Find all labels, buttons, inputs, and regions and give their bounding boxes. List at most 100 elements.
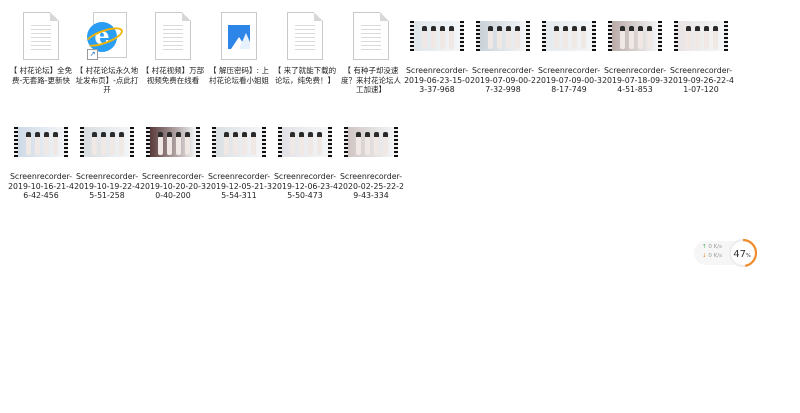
shortcut-arrow-icon: ↗ bbox=[87, 49, 98, 60]
file-item[interactable]: 【 有种子却没速度？来村花论坛人工加速】 bbox=[338, 8, 404, 114]
figure bbox=[695, 26, 700, 49]
video-frame bbox=[146, 127, 200, 157]
film-strip-right bbox=[526, 21, 530, 51]
figure bbox=[572, 26, 577, 49]
video-frame bbox=[80, 127, 134, 157]
figure bbox=[242, 132, 247, 155]
file-name: Screenrecorder-2019-12-05-21-35-54-311 bbox=[206, 172, 272, 200]
video-frame bbox=[410, 21, 464, 51]
text-file-icon bbox=[343, 8, 399, 64]
figure bbox=[422, 26, 427, 49]
video-frame bbox=[476, 21, 530, 51]
video-frame bbox=[14, 127, 68, 157]
file-name: Screenrecorder-2019-12-06-23-45-50-473 bbox=[272, 172, 338, 200]
file-item[interactable]: Screenrecorder-2019-07-09-00-27-32-998 bbox=[470, 8, 536, 114]
figure bbox=[365, 132, 370, 155]
film-strip-right bbox=[262, 127, 266, 157]
picture-page bbox=[221, 12, 257, 60]
film-strip-right bbox=[658, 21, 662, 51]
figure bbox=[26, 132, 31, 155]
file-item[interactable]: 【 来了就能下载的论坛，纯免费！】 bbox=[272, 8, 338, 114]
file-grid: 【 村花论坛】全免费-无套路-更新快 e ↗ 【 村花论坛永久地址发布页】-点此打开【… bbox=[8, 8, 798, 220]
file-item[interactable]: Screenrecorder-2019-07-18-09-34-51-853 bbox=[602, 8, 668, 114]
figure bbox=[563, 26, 568, 49]
figure bbox=[101, 132, 106, 155]
download-speed-unit: K/s bbox=[713, 253, 722, 259]
video-frame bbox=[542, 21, 596, 51]
memory-gauge[interactable]: 47% bbox=[728, 238, 758, 268]
file-item[interactable]: Screenrecorder-2019-07-09-00-38-17-749 bbox=[536, 8, 602, 114]
image-file-icon bbox=[211, 8, 267, 64]
figure bbox=[581, 26, 586, 49]
file-item[interactable]: e ↗ 【 村花论坛永久地址发布页】-点此打开 bbox=[74, 8, 140, 114]
video-thumbnail-icon bbox=[409, 8, 465, 64]
film-strip-right bbox=[130, 127, 134, 157]
video-frame bbox=[212, 127, 266, 157]
upload-arrow-icon: ↑ bbox=[702, 244, 707, 250]
video-frame bbox=[608, 21, 662, 51]
upload-speed-value: 0 bbox=[708, 244, 712, 250]
video-thumbnail-icon bbox=[475, 8, 531, 64]
figure bbox=[620, 26, 625, 49]
download-speed: ↓ 0 K/s bbox=[702, 253, 722, 259]
figure bbox=[224, 132, 229, 155]
video-thumbnail-icon bbox=[607, 8, 663, 64]
upload-speed: ↑ 0 K/s bbox=[702, 244, 722, 250]
film-strip-right bbox=[592, 21, 596, 51]
file-name: Screenrecorder-2019-10-20-20-30-40-200 bbox=[140, 172, 206, 200]
file-item[interactable]: Screenrecorder-2019-06-23-15-03-37-968 bbox=[404, 8, 470, 114]
figure bbox=[317, 132, 322, 155]
network-speed-widget[interactable]: ↑ 0 K/s ↓ 0 K/s 47% bbox=[694, 238, 764, 268]
figure bbox=[488, 26, 493, 49]
file-name: Screenrecorder-2020-02-25-22-29-43-334 bbox=[338, 172, 404, 200]
figure bbox=[35, 132, 40, 155]
figure bbox=[53, 132, 58, 155]
download-arrow-icon: ↓ bbox=[702, 253, 707, 259]
figure bbox=[44, 132, 49, 155]
figure bbox=[233, 132, 238, 155]
figure bbox=[290, 132, 295, 155]
figure bbox=[92, 132, 97, 155]
film-strip-right bbox=[724, 21, 728, 51]
figure bbox=[356, 132, 361, 155]
video-frame bbox=[278, 127, 332, 157]
document-lines bbox=[31, 22, 51, 52]
file-item[interactable]: 【 村花论坛】全免费-无套路-更新快 bbox=[8, 8, 74, 114]
file-item[interactable]: Screenrecorder-2020-02-25-22-29-43-334 bbox=[338, 114, 404, 220]
file-name: Screenrecorder-2019-10-16-21-46-42-456 bbox=[8, 172, 74, 200]
film-strip-right bbox=[394, 127, 398, 157]
file-name: 【 村花论坛】全免费-无套路-更新快 bbox=[9, 66, 73, 85]
file-name: Screenrecorder-2019-06-23-15-03-37-968 bbox=[404, 66, 470, 94]
file-name: 【 解压密码】: 上村花论坛看小姐姐 bbox=[209, 66, 269, 85]
figure bbox=[629, 26, 634, 49]
file-item[interactable]: Screenrecorder-2019-10-20-20-30-40-200 bbox=[140, 114, 206, 220]
file-item[interactable]: Screenrecorder-2019-10-16-21-46-42-456 bbox=[8, 114, 74, 220]
video-thumbnail-icon bbox=[13, 114, 69, 170]
film-strip-right bbox=[64, 127, 68, 157]
video-frame bbox=[344, 127, 398, 157]
film-strip-right bbox=[196, 127, 200, 157]
figure bbox=[506, 26, 511, 49]
video-frame bbox=[674, 21, 728, 51]
file-name: Screenrecorder-2019-07-09-00-27-32-998 bbox=[470, 66, 536, 94]
document-lines bbox=[163, 22, 183, 52]
file-item[interactable]: Screenrecorder-2019-10-19-22-45-51-258 bbox=[74, 114, 140, 220]
file-item[interactable]: 【 解压密码】: 上村花论坛看小姐姐 bbox=[206, 8, 272, 114]
file-name: 【 村花论坛永久地址发布页】-点此打开 bbox=[75, 66, 139, 94]
figure bbox=[686, 26, 691, 49]
document-lines bbox=[361, 22, 381, 52]
figure bbox=[704, 26, 709, 49]
file-item[interactable]: Screenrecorder-2019-12-05-21-35-54-311 bbox=[206, 114, 272, 220]
video-thumbnail-icon bbox=[277, 114, 333, 170]
figure bbox=[554, 26, 559, 49]
figure bbox=[374, 132, 379, 155]
file-item[interactable]: Screenrecorder-2019-09-26-22-41-07-120 bbox=[668, 8, 734, 114]
film-strip-right bbox=[328, 127, 332, 157]
figure bbox=[251, 132, 256, 155]
file-item[interactable]: Screenrecorder-2019-12-06-23-45-50-473 bbox=[272, 114, 338, 220]
figure bbox=[497, 26, 502, 49]
figure bbox=[176, 132, 181, 155]
file-item[interactable]: 【 村花视频】万部视频免费在线看 bbox=[140, 8, 206, 114]
file-name: Screenrecorder-2019-09-26-22-41-07-120 bbox=[668, 66, 734, 94]
video-thumbnail-icon bbox=[541, 8, 597, 64]
